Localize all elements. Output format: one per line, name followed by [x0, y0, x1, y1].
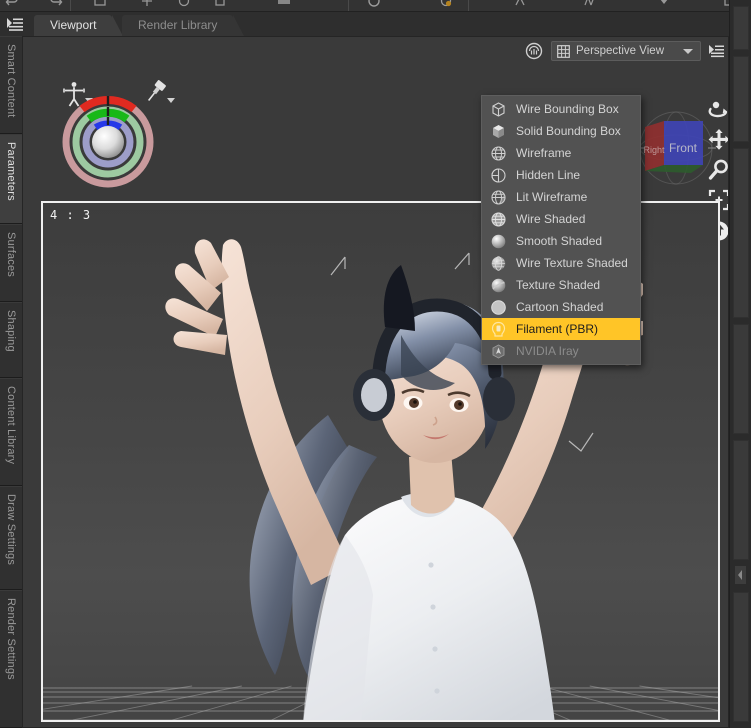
menu-item-wire-shaded[interactable]: Wire Shaded: [482, 208, 640, 230]
menu-item-wireframe[interactable]: Wireframe: [482, 142, 640, 164]
sidebar-label-smart-content: Smart Content: [5, 44, 17, 118]
solid-bounding-box-icon: [493, 125, 504, 138]
dock-panel-slot[interactable]: [733, 56, 749, 142]
draw-style-icon[interactable]: [523, 41, 545, 61]
toolbar-icon-undo[interactable]: [4, 0, 20, 9]
cartoon-shaded-icon: [491, 300, 506, 315]
view-selector-label: Perspective View: [576, 45, 664, 57]
draw-style-menu[interactable]: Wire Bounding Box Solid Bounding Box Wir…: [481, 95, 641, 365]
pin-icon[interactable]: [143, 79, 177, 109]
toolbar-separator: [348, 0, 349, 11]
pan-camera-icon[interactable]: [706, 127, 729, 153]
menu-label: NVIDIA Iray: [516, 344, 579, 358]
tab-render-library[interactable]: Render Library: [122, 15, 245, 36]
toolbar-icon-dropdown[interactable]: [656, 0, 672, 9]
hidden-line-icon: [491, 168, 506, 183]
sidebar-item-smart-content[interactable]: Smart Content: [0, 36, 22, 134]
dock-panel-slot[interactable]: [733, 592, 749, 722]
dock-panel-slot[interactable]: [733, 148, 749, 318]
toolbar-icon-shape[interactable]: [582, 0, 598, 9]
sidebar-item-parameters[interactable]: Parameters: [0, 134, 22, 224]
toolbar-icon-grid[interactable]: [276, 0, 292, 9]
viewport-panel: Perspective View Front Right 4: 3 Wire …: [22, 36, 729, 728]
menu-label: Cartoon Shaded: [516, 300, 604, 314]
tab-viewport[interactable]: Viewport: [34, 15, 125, 36]
menu-item-cartoon-shaded[interactable]: Cartoon Shaded: [482, 296, 640, 318]
menu-item-wire-bounding-box[interactable]: Wire Bounding Box: [482, 98, 640, 120]
toolbar-icon-node[interactable]: [92, 0, 108, 9]
toolbar-icon-surface[interactable]: [512, 0, 528, 9]
menu-item-texture-shaded[interactable]: Texture Shaded: [482, 274, 640, 296]
lit-wireframe-icon: [491, 190, 506, 205]
sidebar-label-shaping: Shaping: [5, 310, 17, 352]
wire-bounding-box-icon: [492, 102, 505, 117]
wire-texture-shaded-icon: [491, 256, 506, 271]
chevron-left-icon: [738, 570, 742, 580]
top-toolbar: [0, 0, 751, 12]
menu-label: Filament (PBR): [516, 322, 599, 336]
menu-label: Lit Wireframe: [516, 190, 588, 204]
menu-label: Wire Texture Shaded: [516, 256, 628, 270]
sidebar-item-surfaces[interactable]: Surfaces: [0, 224, 22, 302]
dock-panel-slot[interactable]: [733, 440, 749, 560]
toolbar-icon-render[interactable]: [366, 0, 382, 9]
dock-panel-slot[interactable]: [733, 6, 749, 50]
menu-label: Wire Shaded: [516, 212, 586, 226]
chevron-down-icon: [683, 48, 693, 54]
menu-label: Hidden Line: [516, 168, 581, 182]
toolbar-separator: [70, 0, 71, 11]
dock-collapse-handle[interactable]: [735, 566, 746, 584]
menu-item-hidden-line[interactable]: Hidden Line: [482, 164, 640, 186]
smooth-shaded-icon: [491, 234, 506, 249]
tab-render-library-label: Render Library: [138, 18, 218, 32]
tab-viewport-label: Viewport: [50, 18, 97, 32]
toolbar-icon-scale[interactable]: [212, 0, 228, 9]
viewport-options-icon[interactable]: [707, 41, 727, 61]
menu-label: Solid Bounding Box: [516, 124, 621, 138]
orbit-camera-icon[interactable]: [706, 97, 729, 123]
filament-icon: [491, 321, 506, 337]
nvidia-iray-icon: [492, 344, 505, 359]
nav-cube-front-label: Front: [669, 141, 698, 155]
view-selector-dropdown[interactable]: Perspective View: [551, 41, 701, 61]
sidebar-item-shaping[interactable]: Shaping: [0, 302, 22, 378]
sidebar-item-draw-settings[interactable]: Draw Settings: [0, 486, 22, 590]
tab-bar: Viewport Render Library: [0, 12, 751, 36]
menu-item-filament-pbr[interactable]: Filament (PBR): [482, 318, 640, 340]
toolbar-icon-redo[interactable]: [48, 0, 64, 9]
menu-item-wire-texture-shaded[interactable]: Wire Texture Shaded: [482, 252, 640, 274]
aspect-ratio-label: 4 : 3: [50, 208, 92, 222]
texture-shaded-icon: [491, 278, 506, 293]
sidebar-label-parameters: Parameters: [5, 142, 17, 201]
sidebar-label-surfaces: Surfaces: [5, 232, 17, 278]
left-tab-rail: Smart Content Parameters Surfaces Shapin…: [0, 36, 22, 728]
zoom-camera-icon[interactable]: [706, 157, 729, 183]
sidebar-item-render-settings[interactable]: Render Settings: [0, 590, 22, 728]
menu-label: Wireframe: [516, 146, 572, 160]
sidebar-label-content-library: Content Library: [5, 386, 17, 465]
menu-item-smooth-shaded[interactable]: Smooth Shaded: [482, 230, 640, 252]
viewport-grid-icon: [557, 44, 570, 58]
viewport-toolbar: Perspective View: [23, 37, 728, 65]
orientation-gizmo[interactable]: [60, 93, 156, 189]
menu-item-lit-wireframe[interactable]: Lit Wireframe: [482, 186, 640, 208]
menu-item-nvidia-iray[interactable]: NVIDIA Iray: [482, 340, 640, 362]
toolbar-icon-transform[interactable]: [139, 0, 155, 9]
nav-cube-right-label: Right: [643, 145, 665, 155]
toolbar-icon-spot-render[interactable]: [438, 0, 454, 9]
toolbar-icon-rotate[interactable]: [176, 0, 192, 9]
menu-label: Texture Shaded: [516, 278, 601, 292]
right-dock-strip: [729, 0, 751, 728]
menu-label: Wire Bounding Box: [516, 102, 619, 116]
menu-label: Smooth Shaded: [516, 234, 603, 248]
menu-item-solid-bounding-box[interactable]: Solid Bounding Box: [482, 120, 640, 142]
wire-shaded-icon: [491, 212, 506, 227]
toolbar-separator: [468, 0, 469, 11]
panel-options-icon[interactable]: [4, 14, 26, 34]
sidebar-label-render-settings: Render Settings: [5, 598, 17, 680]
dock-panel-slot[interactable]: [733, 324, 749, 434]
wireframe-icon: [491, 146, 506, 161]
sidebar-label-draw-settings: Draw Settings: [5, 494, 17, 566]
sidebar-item-content-library[interactable]: Content Library: [0, 378, 22, 486]
